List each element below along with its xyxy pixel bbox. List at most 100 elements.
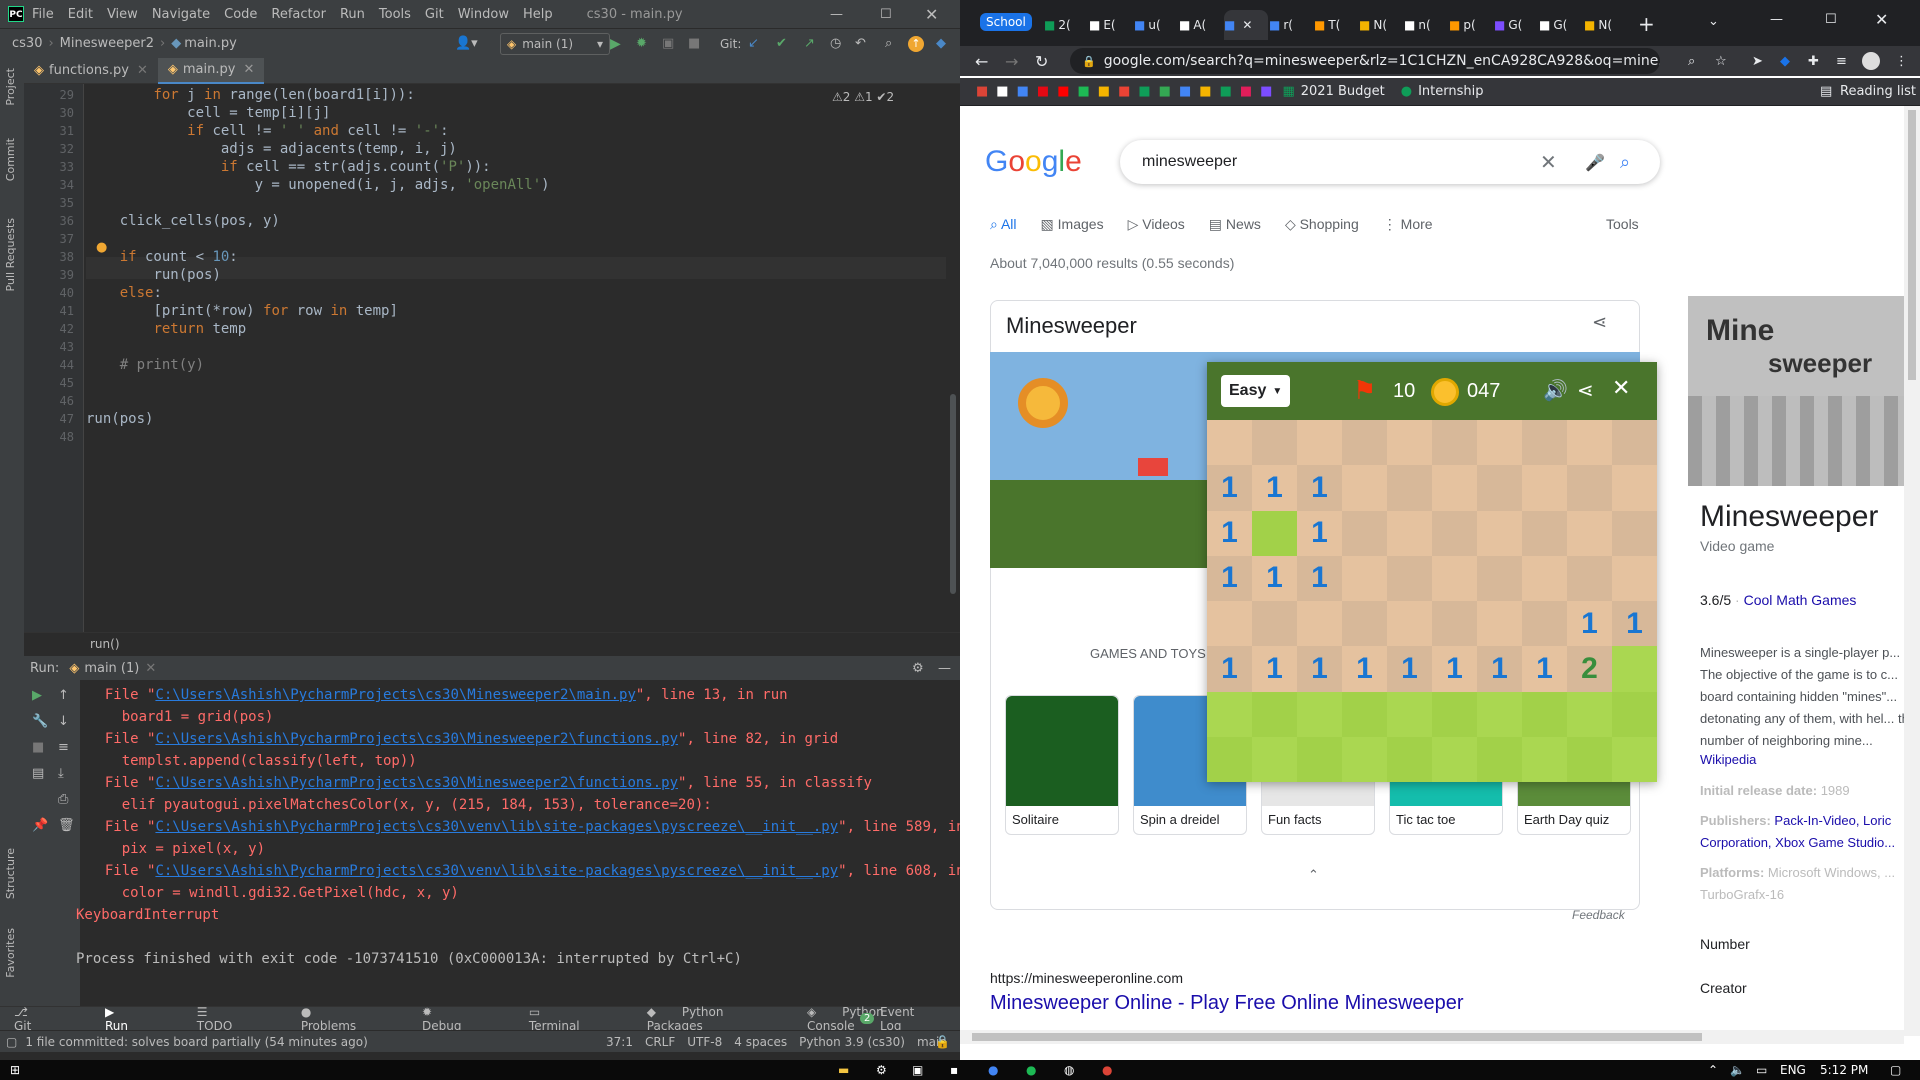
clock[interactable]: 5:12 PM [1820, 1063, 1868, 1077]
puzzle-extensions-icon[interactable]: ✚ [1808, 54, 1819, 69]
layout-toggle-icon[interactable]: ▢ [6, 1035, 17, 1049]
tab-search-icon[interactable]: ⌄ [1708, 14, 1719, 29]
bookmark-favicon-icon[interactable]: ■ [996, 84, 1008, 99]
pin-icon[interactable]: 📌 [32, 818, 48, 833]
menu-edit[interactable]: Edit [68, 7, 93, 22]
history-icon[interactable]: ◷ [830, 36, 841, 51]
share-icon[interactable]: ⋖ [1592, 312, 1607, 333]
mine-grid[interactable]: 1111111111111111112 [1207, 420, 1657, 782]
mine-cell-closed[interactable] [1387, 736, 1432, 782]
new-tab-icon[interactable]: + [1638, 12, 1655, 36]
mine-cell-closed[interactable] [1612, 646, 1657, 692]
bookmark-favicon-icon[interactable]: ■ [1240, 84, 1252, 99]
mine-cell-closed[interactable] [1612, 691, 1657, 737]
tab-news[interactable]: ▤ News [1209, 216, 1261, 233]
spotify-taskbar-icon[interactable]: ● [1026, 1063, 1036, 1077]
print-icon[interactable]: ⎙ [58, 792, 68, 807]
chrome-taskbar-icon[interactable]: ● [988, 1063, 998, 1077]
rollback-icon[interactable]: ↶ [855, 36, 866, 51]
close-tab-icon[interactable]: ✕ [1242, 18, 1252, 32]
difficulty-select[interactable]: Easy ▼ [1221, 375, 1291, 407]
editor-scrollbar[interactable] [946, 84, 960, 632]
event-log-button[interactable]: Event Log [880, 1005, 938, 1033]
browser-tab[interactable]: ■ u( [1134, 10, 1172, 40]
side-tab-commit[interactable]: Commit [4, 138, 17, 181]
close-tab-icon[interactable]: ✕ [243, 62, 254, 77]
nav-crumb-project[interactable]: cs30 [12, 36, 42, 51]
menu-help[interactable]: Help [523, 7, 553, 22]
google-logo[interactable]: Google [985, 145, 1082, 179]
file-explorer-icon[interactable]: ▬ [838, 1063, 849, 1077]
mine-cell-closed[interactable] [1432, 691, 1477, 737]
mine-cell-closed[interactable] [1387, 691, 1432, 737]
tab-all[interactable]: ⌕ All [990, 216, 1017, 233]
side-tab-favorites[interactable]: Favorites [4, 928, 17, 978]
notifications-icon[interactable]: ▢ [1890, 1063, 1901, 1077]
console-file-link[interactable]: C:\Users\Ashish\PycharmProjects\cs30\Min… [155, 687, 635, 703]
run-console-output[interactable]: File "C:\Users\Ashish\PycharmProjects\cs… [76, 680, 998, 1006]
console-file-link[interactable]: C:\Users\Ashish\PycharmProjects\cs30\Min… [155, 731, 678, 747]
language-indicator[interactable]: ENG [1780, 1063, 1806, 1077]
tab-functions-py[interactable]: ◈ functions.py ✕ [24, 58, 158, 84]
steam-taskbar-icon[interactable]: ◍ [1064, 1063, 1074, 1077]
browser-tab[interactable]: ■ G( [1494, 10, 1532, 40]
run-tab[interactable]: ◈ main (1) ✕ [69, 661, 156, 676]
reading-list-button[interactable]: Reading list [1840, 84, 1916, 99]
tab-more[interactable]: ⋮ More [1383, 216, 1433, 233]
stop-run-icon[interactable]: ■ [32, 740, 44, 755]
browser-tab[interactable]: ■ N( [1584, 10, 1622, 40]
bookmark-favicon-icon[interactable]: ■ [1057, 84, 1069, 99]
browser-tab[interactable]: ■ E( [1089, 10, 1127, 40]
browser-tab[interactable]: ■ 2( [1044, 10, 1082, 40]
chrome-alt-taskbar-icon[interactable]: ● [1102, 1063, 1112, 1077]
browser-tab[interactable]: ■ p( [1449, 10, 1487, 40]
kp-rating-source[interactable]: Cool Math Games [1744, 592, 1857, 608]
console-file-link[interactable]: C:\Users\Ashish\PycharmProjects\cs30\ven… [155, 863, 838, 879]
back-icon[interactable]: ← [975, 52, 988, 71]
volume-icon[interactable]: 🔈 [1730, 1063, 1745, 1077]
side-tab-pull-requests[interactable]: Pull Requests [4, 218, 17, 291]
browser-close-icon[interactable]: ✕ [1875, 10, 1888, 29]
kp-number[interactable]: Number [1700, 936, 1920, 952]
browser-tab[interactable]: ■ A( [1179, 10, 1217, 40]
mine-cell-closed[interactable] [1297, 736, 1342, 782]
update-icon[interactable]: ↑ [908, 35, 924, 52]
status-item[interactable]: Python 3.9 (cs30) [799, 1035, 905, 1049]
scroll-up-icon[interactable]: ↑ [58, 688, 69, 703]
bookmark-internship[interactable]: Internship [1418, 84, 1483, 99]
media-icon[interactable]: ≡ [1836, 54, 1847, 69]
browser-tab[interactable]: ■ T( [1314, 10, 1352, 40]
mine-cell-closed[interactable] [1522, 736, 1567, 782]
toolwindow-terminal[interactable]: ▭ Terminal [529, 1005, 625, 1033]
user-icon[interactable]: 👤▾ [455, 36, 478, 51]
side-tab-project[interactable]: Project [4, 68, 17, 106]
profile-avatar[interactable] [1862, 52, 1880, 70]
nav-crumb-file[interactable]: main.py [184, 36, 237, 51]
tray-chevron-icon[interactable]: ⌃ [1708, 1063, 1718, 1077]
mine-cell-closed[interactable] [1567, 691, 1612, 737]
tab-shopping[interactable]: ◇ Shopping [1285, 216, 1359, 233]
mine-cell-closed[interactable] [1567, 736, 1612, 782]
console-file-link[interactable]: C:\Users\Ashish\PycharmProjects\cs30\Min… [155, 775, 678, 791]
git-push-icon[interactable]: ↗ [804, 36, 815, 51]
clear-search-icon[interactable]: ✕ [1540, 150, 1557, 174]
game-close-icon[interactable]: ✕ [1612, 376, 1630, 401]
browser-tab[interactable]: ■ ✕ [1224, 10, 1268, 40]
rerun-icon[interactable]: ▶ [32, 688, 42, 703]
menu-view[interactable]: View [107, 7, 138, 22]
inspection-widget[interactable]: ⚠2 ⚠1 ✔2 [832, 90, 894, 104]
forward-icon[interactable]: → [1005, 52, 1018, 71]
taskview-icon[interactable]: ▣ [912, 1063, 923, 1077]
tools-button[interactable]: Tools [1606, 216, 1639, 232]
windows-start-icon[interactable]: ⊞ [10, 1063, 20, 1077]
lock-icon[interactable]: 🔓 [935, 1035, 950, 1049]
mine-cell-closed[interactable] [1252, 691, 1297, 737]
address-bar[interactable]: 🔒 google.com/search?q=minesweeper&rlz=1C… [1070, 48, 1660, 74]
network-icon[interactable]: ▭ [1756, 1063, 1767, 1077]
mine-cell-closed[interactable] [1612, 736, 1657, 782]
plugin-icon[interactable]: ◆ [936, 36, 946, 51]
chrome-menu-icon[interactable]: ⋮ [1895, 54, 1908, 69]
mine-cell-closed[interactable] [1252, 510, 1297, 556]
bookmark-favicon-icon[interactable]: ■ [1118, 84, 1130, 99]
toolwindow-run[interactable]: ▶ Run [105, 1005, 175, 1033]
